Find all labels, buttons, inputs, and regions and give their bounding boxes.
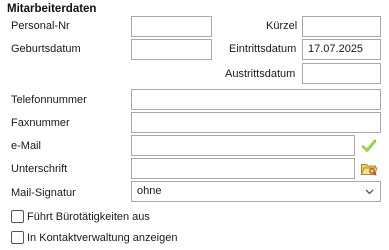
- folder-icon[interactable]: [360, 160, 378, 178]
- kuerzel-label: Kürzel: [266, 20, 298, 32]
- austrittsdatum-label: Austrittsdatum: [225, 68, 296, 80]
- faxnummer-label: Faxnummer: [11, 117, 70, 129]
- telefonnummer-label: Telefonnummer: [11, 94, 87, 106]
- kontakt-checkbox[interactable]: [11, 231, 24, 244]
- eintrittsdatum-input[interactable]: 17.07.2025: [302, 39, 381, 60]
- chevron-down-icon: [365, 189, 374, 195]
- kontakt-checkbox-label[interactable]: In Kontaktverwaltung anzeigen: [27, 231, 177, 245]
- email-input[interactable]: [131, 135, 355, 156]
- buero-checkbox[interactable]: [11, 210, 24, 223]
- faxnummer-input[interactable]: [131, 112, 381, 133]
- buero-checkbox-label[interactable]: Führt Bürotätigkeiten aus: [27, 210, 150, 224]
- austrittsdatum-input[interactable]: [302, 63, 381, 84]
- eintrittsdatum-label: Eintrittsdatum: [229, 43, 297, 55]
- personal-nr-label: Personal-Nr: [11, 20, 70, 32]
- unterschrift-input[interactable]: [131, 158, 355, 179]
- telefonnummer-input[interactable]: [131, 89, 381, 110]
- check-icon: [360, 137, 378, 155]
- kuerzel-input[interactable]: [302, 16, 381, 37]
- section-title: Mitarbeiterdaten: [7, 3, 97, 15]
- email-label: e-Mail: [11, 140, 41, 152]
- unterschrift-label: Unterschrift: [11, 163, 68, 175]
- mail-signatur-label: Mail-Signatur: [11, 187, 76, 199]
- mail-signatur-select[interactable]: ohne: [131, 181, 381, 202]
- personal-nr-input[interactable]: [131, 16, 212, 37]
- geburtsdatum-input[interactable]: [131, 39, 212, 60]
- mail-signatur-value: ohne: [137, 185, 162, 197]
- geburtsdatum-label: Geburtsdatum: [11, 43, 81, 55]
